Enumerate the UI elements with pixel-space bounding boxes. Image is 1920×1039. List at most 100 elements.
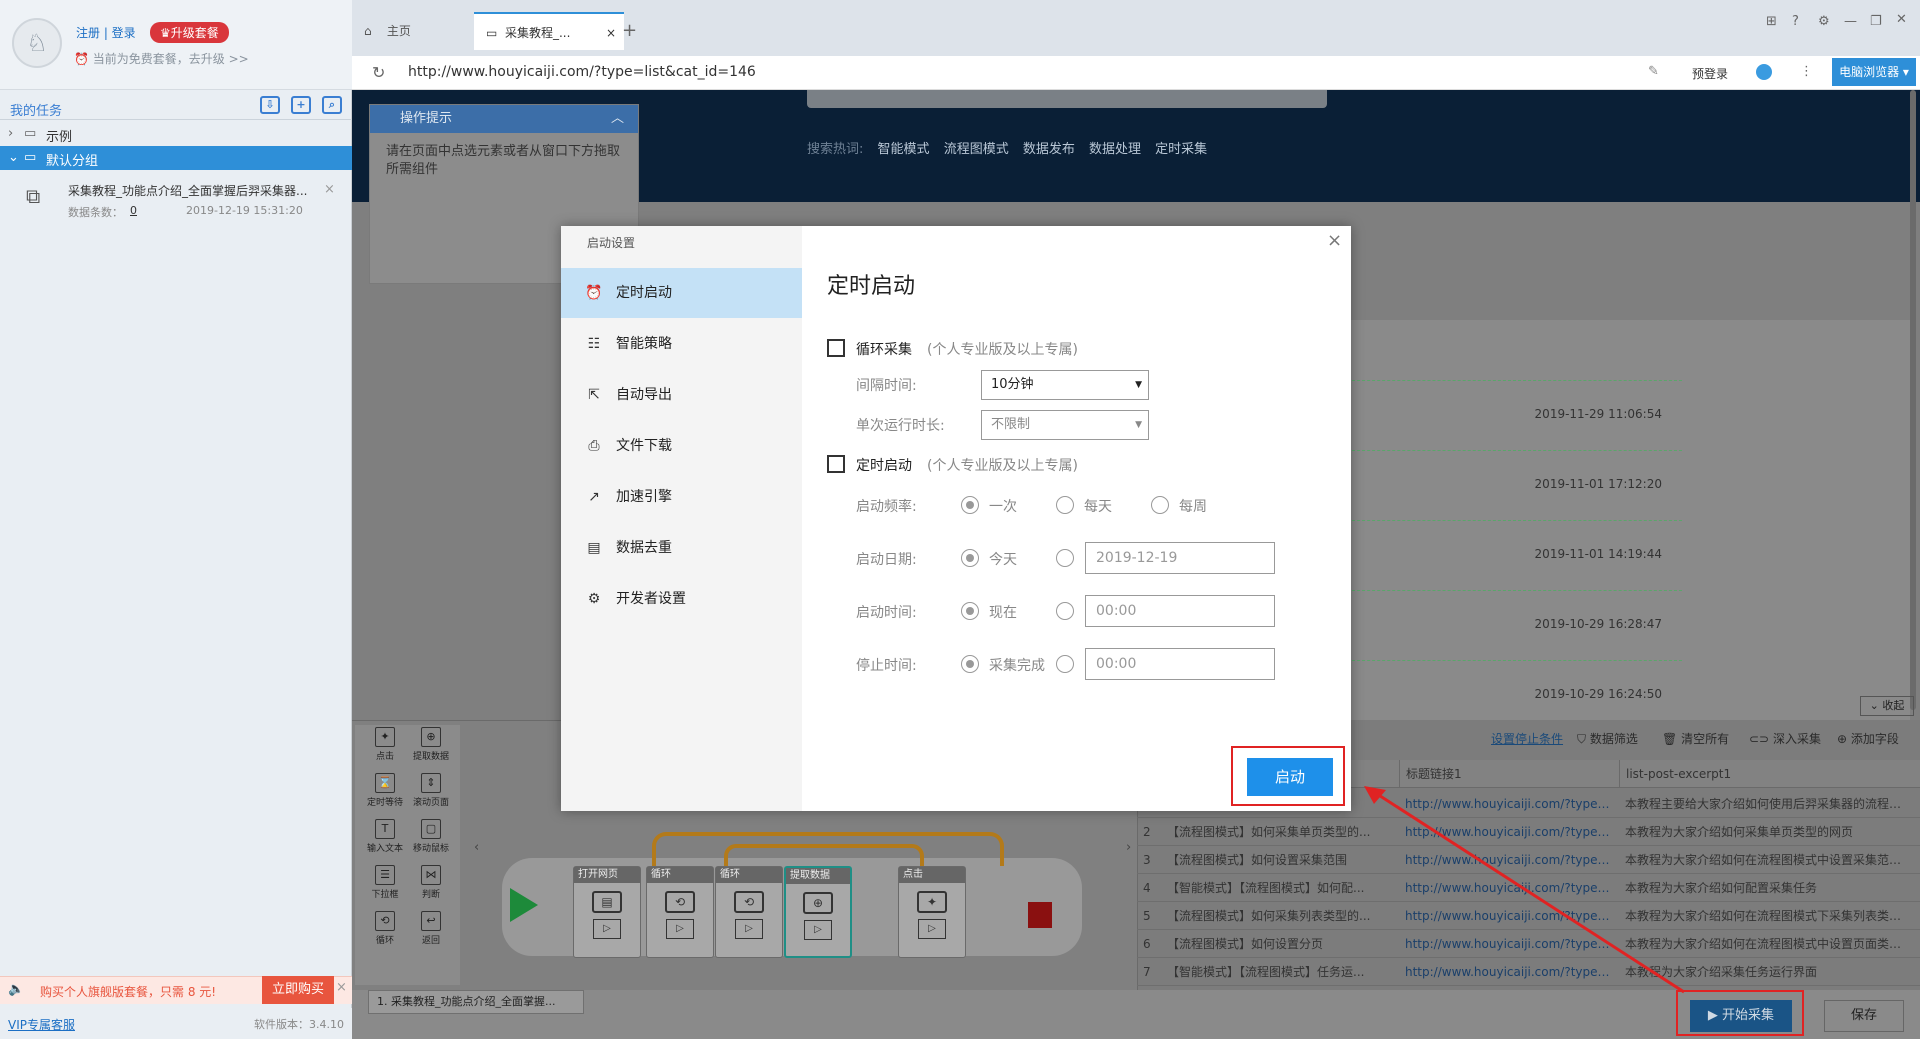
start-date-input[interactable]: 2019-12-19 — [1085, 542, 1275, 574]
nav-dedupe[interactable]: ▤ 数据去重 — [561, 523, 802, 573]
deep-collect-button[interactable]: ⊂⊃ 深入采集 — [1749, 730, 1821, 747]
chevron-up-icon[interactable]: ︿ — [611, 105, 624, 133]
flow-node-loop[interactable]: 循环 ⟲ ▷ — [715, 866, 783, 958]
close-icon[interactable]: × — [336, 980, 347, 995]
tree-item-label: 示例 — [46, 130, 73, 145]
scrollbar[interactable] — [1910, 90, 1916, 710]
tree-item-example[interactable]: › ▭ 示例 — [0, 122, 352, 146]
launch-button[interactable]: 启动 — [1247, 758, 1333, 796]
palette-dropdown[interactable]: ☰ 下拉框 — [363, 863, 407, 907]
more-icon[interactable]: ⋮ — [1800, 64, 1813, 79]
palette-condition[interactable]: ⋈ 判断 — [409, 863, 453, 907]
import-task-icon[interactable]: ⇩ — [260, 96, 280, 114]
freq-once-radio[interactable] — [961, 496, 979, 514]
close-icon[interactable]: × — [1327, 230, 1342, 251]
close-icon[interactable]: × — [324, 182, 335, 197]
single-run-select[interactable]: 不限制 ▼ — [981, 410, 1149, 440]
task-tab[interactable]: 1. 采集教程_功能点介绍_全面掌握... — [368, 990, 584, 1014]
palette-scroll[interactable]: ⇕ 滚动页面 — [409, 771, 453, 815]
palette-input[interactable]: T 输入文本 — [363, 817, 407, 861]
chevron-right-icon[interactable]: › — [1126, 840, 1131, 855]
buy-now-button[interactable]: 立即购买 — [262, 976, 334, 1004]
close-icon[interactable]: × — [606, 14, 616, 52]
stop-condition-link[interactable]: 设置停止条件 — [1491, 730, 1563, 747]
task-count[interactable]: 0 — [130, 204, 137, 217]
tree-item-default-group[interactable]: ⌄ ▭ 默认分组 — [0, 146, 352, 170]
date-today-radio[interactable] — [961, 549, 979, 567]
add-tab-icon[interactable]: + — [622, 20, 637, 41]
gift-icon[interactable]: ⊞ — [1766, 14, 1777, 29]
time-custom-radio[interactable] — [1056, 602, 1074, 620]
tab-home[interactable]: ⌂ 主页 — [352, 12, 474, 50]
flow-node-open-page[interactable]: 打开网页 ▤ ▷ — [573, 866, 641, 958]
avatar[interactable]: ♘ — [12, 18, 62, 68]
play-icon[interactable]: ▷ — [666, 919, 694, 939]
register-login-link[interactable]: 注册 | 登录 — [76, 24, 136, 41]
loop-collect-checkbox[interactable] — [827, 339, 845, 357]
search-task-icon[interactable]: ⌕ — [322, 96, 342, 114]
save-button[interactable]: 保存 — [1824, 1000, 1904, 1032]
nav-smart-strategy[interactable]: ☷ 智能策略 — [561, 319, 802, 369]
browser-icon: ▤ — [592, 891, 622, 913]
hot-word[interactable]: 智能模式 — [878, 142, 930, 157]
free-plan-notice[interactable]: ⏰ 当前为免费套餐，去升级 >> — [74, 50, 249, 67]
stop-time-input[interactable]: 00:00 — [1085, 648, 1275, 680]
flow-node-extract[interactable]: 提取数据 ⊕ ▷ — [784, 866, 852, 958]
clear-all-button[interactable]: 🗑 清空所有 — [1662, 730, 1729, 747]
play-icon[interactable]: ▷ — [804, 920, 832, 940]
hot-label: 搜索热词: — [807, 142, 864, 157]
new-task-icon[interactable]: + — [291, 96, 311, 114]
close-window-icon[interactable]: ✕ — [1896, 12, 1907, 27]
flow-node-click[interactable]: 点击 ✦ ▷ — [898, 866, 966, 958]
scheduled-start-checkbox[interactable] — [827, 455, 845, 473]
help-icon[interactable]: ? — [1792, 14, 1799, 29]
freq-weekly-radio[interactable] — [1151, 496, 1169, 514]
hot-word[interactable]: 数据发布 — [1023, 142, 1075, 157]
play-icon[interactable]: ▷ — [735, 919, 763, 939]
play-icon[interactable]: ▷ — [593, 919, 621, 939]
tab-active[interactable]: ▭ 采集教程_... × — [474, 12, 624, 50]
nav-file-download[interactable]: ⎙ 文件下载 — [561, 421, 802, 471]
palette-extract[interactable]: ⊕ 提取数据 — [409, 725, 453, 769]
start-icon[interactable] — [510, 888, 538, 922]
nav-auto-export[interactable]: ⇱ 自动导出 — [561, 370, 802, 420]
freq-daily-radio[interactable] — [1056, 496, 1074, 514]
nav-developer[interactable]: ⚙ 开发者设置 — [561, 574, 802, 624]
palette-click[interactable]: ✦ 点击 — [363, 725, 407, 769]
date-custom-radio[interactable] — [1056, 549, 1074, 567]
prelogin-button[interactable]: 预登录 — [1692, 65, 1728, 82]
palette-loop[interactable]: ⟲ 循环 — [363, 909, 407, 953]
vip-service-link[interactable]: VIP专属客服 — [8, 1016, 75, 1033]
minimize-icon[interactable]: — — [1844, 14, 1857, 29]
hot-word[interactable]: 数据处理 — [1089, 142, 1141, 157]
site-search-box[interactable] — [807, 90, 1327, 108]
flow-node-loop[interactable]: 循环 ⟲ ▷ — [646, 866, 714, 958]
nav-scheduled-start[interactable]: ⏰ 定时启动 — [561, 268, 802, 318]
edit-icon[interactable]: ✎ — [1648, 64, 1659, 79]
upgrade-badge[interactable]: ♛升级套餐 — [150, 22, 229, 43]
stop-icon[interactable] — [1028, 902, 1052, 928]
add-field-button[interactable]: ⊕ 添加字段 — [1837, 730, 1899, 747]
collapse-button[interactable]: ⌄ 收起 — [1860, 696, 1914, 716]
tip-header[interactable]: 操作提示 ︿ — [370, 105, 638, 133]
play-icon[interactable]: ▷ — [918, 919, 946, 939]
stop-complete-radio[interactable] — [961, 655, 979, 673]
palette-back[interactable]: ↩ 返回 — [409, 909, 453, 953]
nav-acceleration[interactable]: ↗ 加速引擎 — [561, 472, 802, 522]
hot-word[interactable]: 流程图模式 — [944, 142, 1009, 157]
interval-select[interactable]: 10分钟 ▼ — [981, 370, 1149, 400]
palette-mouse[interactable]: ▢ 移动鼠标 — [409, 817, 453, 861]
hot-word[interactable]: 定时采集 — [1155, 142, 1207, 157]
filter-button[interactable]: ⛉ 数据筛选 — [1577, 730, 1638, 747]
refresh-icon[interactable]: ↻ — [372, 63, 385, 82]
url-field[interactable]: http://www.houyicaiji.com/?type=list&cat… — [408, 64, 756, 80]
palette-wait[interactable]: ⌛ 定时等待 — [363, 771, 407, 815]
start-time-input[interactable]: 00:00 — [1085, 595, 1275, 627]
browser-mode-button[interactable]: 电脑浏览器 ▾ — [1832, 58, 1916, 86]
time-now-radio[interactable] — [961, 602, 979, 620]
stop-custom-radio[interactable] — [1056, 655, 1074, 673]
task-item[interactable]: ⧉ 采集教程_功能点介绍_全面掌握后羿采集器... × 数据条数： 0 2019… — [0, 172, 352, 226]
restore-icon[interactable]: ❐ — [1870, 14, 1882, 29]
chevron-left-icon[interactable]: ‹ — [474, 840, 479, 855]
gear-icon[interactable]: ⚙ — [1818, 14, 1830, 29]
